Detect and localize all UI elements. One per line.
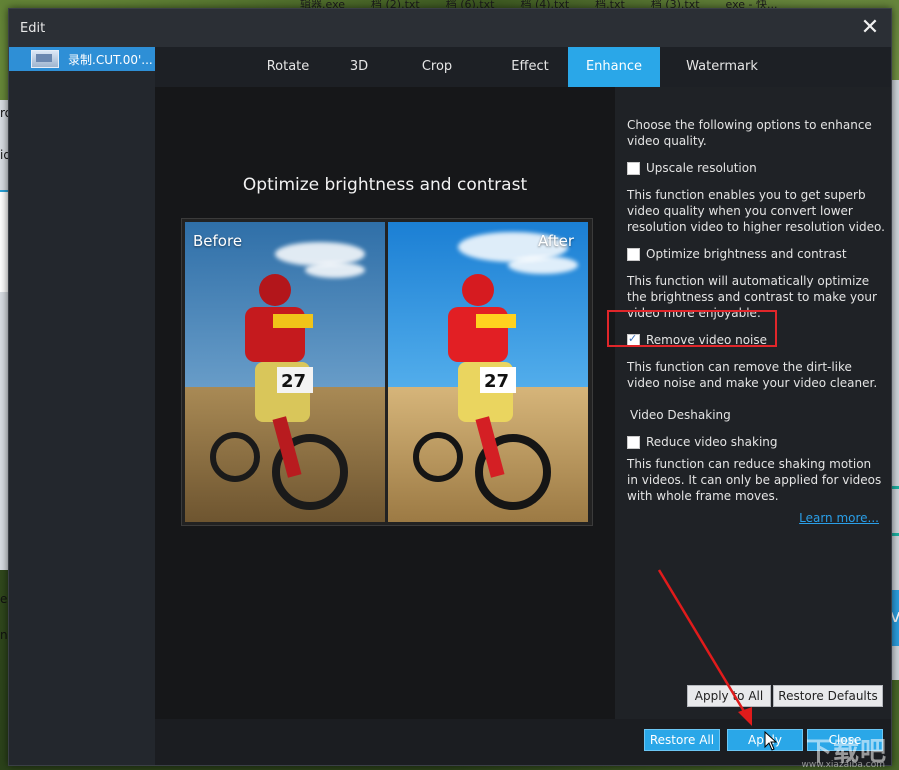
upscale-resolution-checkbox[interactable]: Upscale resolution xyxy=(627,161,757,175)
site-watermark-url: www.xiazaiba.com xyxy=(801,760,885,770)
deshake-description: This function can reduce shaking motion … xyxy=(627,457,882,503)
checkbox-icon[interactable] xyxy=(627,247,640,261)
optimize-brightness-checkbox[interactable]: Optimize brightness and contrast xyxy=(627,247,847,261)
highlight-box-annotation xyxy=(607,310,777,347)
upscale-resolution-label[interactable]: Upscale resolution xyxy=(646,161,757,175)
optimize-brightness-label[interactable]: Optimize brightness and contrast xyxy=(646,247,847,261)
tab-3d[interactable]: 3D xyxy=(336,47,382,87)
edit-dialog: Edit ✕ 录制.CUT.00'... Rotate 3D Crop Effe… xyxy=(8,8,892,766)
file-list-item[interactable]: 录制.CUT.00'... xyxy=(9,47,155,71)
svg-text:27: 27 xyxy=(281,371,306,392)
apply-to-all-button[interactable]: Apply to All xyxy=(687,685,771,707)
tab-watermark[interactable]: Watermark xyxy=(660,47,784,87)
preview-area: Optimize brightness and contrast 27 Befo… xyxy=(155,87,615,719)
edit-tabs: Rotate 3D Crop Effect Enhance Watermark xyxy=(155,47,891,87)
before-label: Before xyxy=(193,232,243,250)
svg-text:27: 27 xyxy=(484,371,509,392)
options-intro: Choose the following options to enhance … xyxy=(627,118,872,148)
deshaking-heading: Video Deshaking xyxy=(630,408,731,422)
preview-title: Optimize brightness and contrast xyxy=(242,175,528,195)
title-bar[interactable]: Edit ✕ xyxy=(9,9,891,47)
close-icon[interactable]: ✕ xyxy=(859,17,881,39)
after-image: 27 After xyxy=(388,222,588,522)
reduce-shaking-label[interactable]: Reduce video shaking xyxy=(646,435,778,449)
mouse-cursor-icon xyxy=(764,731,778,751)
file-name: 录制.CUT.00'... xyxy=(68,52,153,67)
video-thumbnail-icon xyxy=(31,50,59,68)
restore-all-button[interactable]: Restore All xyxy=(644,729,720,751)
tab-crop[interactable]: Crop xyxy=(382,47,492,87)
before-image: 27 Before xyxy=(185,222,385,522)
after-label: After xyxy=(537,232,574,250)
checkbox-icon[interactable] xyxy=(627,435,640,449)
tab-effect[interactable]: Effect xyxy=(492,47,568,87)
noise-description: This function can remove the dirt-like v… xyxy=(627,360,878,390)
motocross-rider-image: 27 xyxy=(413,274,551,510)
tab-rotate[interactable]: Rotate xyxy=(240,47,336,87)
motocross-rider-image: 27 xyxy=(210,274,348,510)
learn-more-link[interactable]: Learn more... xyxy=(799,511,879,525)
before-after-comparison: 27 Before 27 After xyxy=(181,218,593,526)
reduce-shaking-checkbox[interactable]: Reduce video shaking xyxy=(627,435,778,449)
upscale-description: This function enables you to get superb … xyxy=(627,188,885,234)
checkbox-icon[interactable] xyxy=(627,161,640,175)
dialog-title: Edit xyxy=(20,21,46,36)
enhance-options-panel: Choose the following options to enhance … xyxy=(615,87,891,719)
dialog-footer: Restore All Apply Close xyxy=(155,719,891,765)
restore-defaults-button[interactable]: Restore Defaults xyxy=(773,685,883,707)
file-list: 录制.CUT.00'... xyxy=(9,47,155,765)
tab-enhance[interactable]: Enhance xyxy=(568,47,660,87)
